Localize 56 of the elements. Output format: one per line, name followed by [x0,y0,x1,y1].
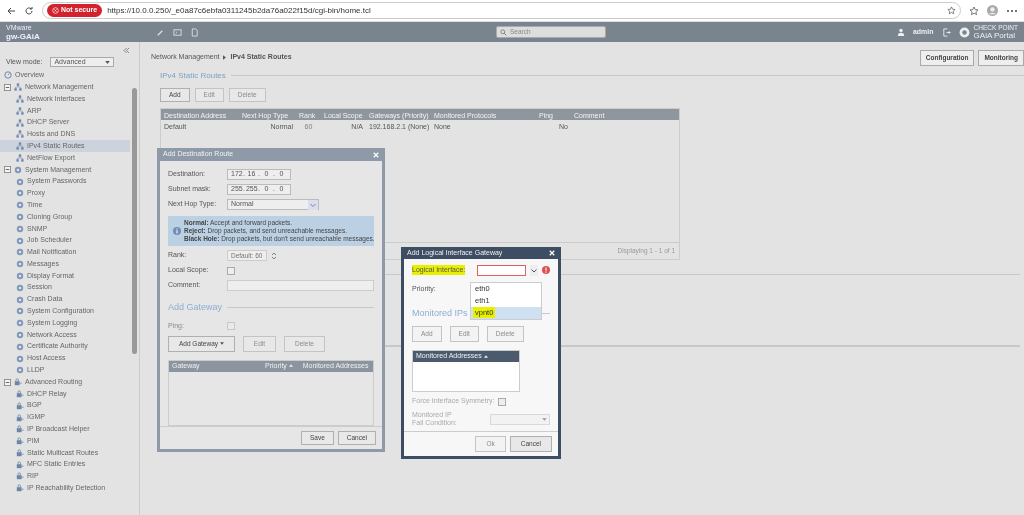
caret-icon [542,417,547,421]
lock-icon [16,484,24,493]
lock-icon [16,401,24,410]
checkbox[interactable] [227,322,235,330]
logout-icon[interactable] [941,27,951,37]
search-icon [500,28,507,36]
comment-input-field[interactable] [227,280,374,291]
close-icon[interactable] [549,249,555,256]
dropdown-field[interactable] [477,264,526,276]
back-icon[interactable] [6,5,16,16]
lock-icon [16,448,24,457]
sort-ascending-icon [288,364,293,368]
url-text: https://10.0.0.250/_e0a87c6ebfa0311245b2da76a022f15d/cgi-bin/home.tcl [107,4,371,17]
lock-icon [16,425,24,434]
collapse-icon[interactable] [123,48,131,53]
chevron-icon [223,54,227,60]
section-title: IPv4 Static Routes [160,69,226,82]
caret-icon [219,342,224,346]
profile-avatar[interactable] [987,5,998,16]
logo-icon [958,26,970,38]
caret-icon [105,60,111,64]
network-icon [16,95,24,103]
lock-icon [16,389,24,398]
reload-icon[interactable] [24,5,34,16]
warning-icon [52,6,59,14]
network-icon [14,83,22,92]
collapse-box-icon[interactable] [4,166,11,174]
collapse-box-icon[interactable] [4,83,11,91]
collapse-box-icon[interactable] [4,378,11,386]
spinner-icon[interactable] [271,250,277,261]
lock-icon [14,378,22,387]
section-title: Monitored IPs [412,306,468,320]
network-icon [16,106,24,115]
lock-icon [16,460,24,469]
network-icon [16,118,24,127]
brand-name: GAiA Portal [973,32,1016,40]
user-icon [896,28,905,36]
lock-icon [16,413,24,422]
scrollbar-thumb[interactable] [132,88,138,354]
favorites-icon[interactable] [969,5,979,16]
more-icon[interactable] [1006,8,1018,13]
host-name: gw-GAiA [6,31,41,41]
section-title: Add Gateway [168,301,223,314]
favorite-icon[interactable] [947,6,956,15]
lock-icon [16,472,24,481]
checkbox[interactable] [498,397,507,406]
document-icon[interactable] [190,27,199,37]
error-icon [542,266,550,274]
network-icon [16,142,24,151]
gauge-icon [4,71,12,80]
lock-icon [16,437,24,446]
info-icon [173,227,181,235]
network-icon [16,130,24,139]
terminal-icon[interactable] [173,27,182,37]
checkbox[interactable] [227,266,235,275]
network-icon [16,153,24,162]
